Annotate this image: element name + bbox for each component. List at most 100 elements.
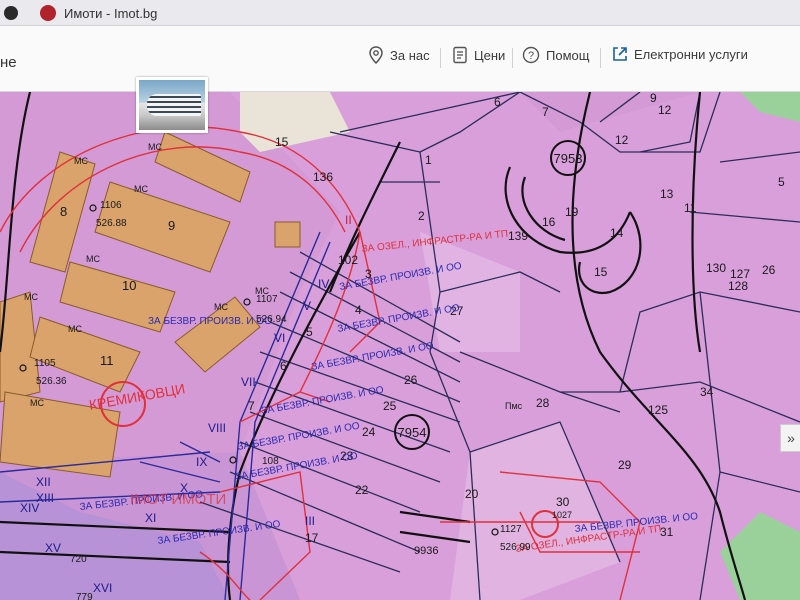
parcel-label: 13 [660, 187, 674, 201]
roman-label: IX [196, 455, 207, 469]
number-label: 720 [70, 554, 87, 565]
parcel-label: 12 [615, 133, 629, 147]
parcel-label: 5 [778, 175, 785, 189]
location-pin-icon [369, 46, 383, 64]
imot-favicon-icon [40, 5, 56, 21]
tab-status-icon [4, 6, 18, 20]
parcel-label: 20 [465, 487, 479, 501]
parcel-label: 9 [650, 92, 657, 105]
ms-label: МС [74, 156, 88, 166]
parcel-label: 5 [306, 325, 313, 339]
parcel-label: 26 [404, 373, 418, 387]
parcel-label: 8 [60, 204, 67, 219]
pms-label: Пмс [505, 401, 523, 411]
parcel-label: 102 [338, 253, 358, 267]
parcel-label: 26 [762, 263, 776, 277]
parcel-label: 25 [383, 399, 397, 413]
roman-label: IV [318, 277, 329, 291]
browser-tab-bar: Имоти - Imot.bg [0, 0, 800, 26]
elevation-label: 526.99 [500, 542, 531, 553]
parcel-label: 22 [355, 483, 369, 497]
ms-label: МС [148, 142, 162, 152]
nav-prices[interactable]: Цени [452, 46, 505, 64]
nav-eservices-label: Електронни услуги [634, 46, 748, 62]
block-7954-label: 7954 [398, 425, 427, 440]
survey-point-label: 108 [262, 456, 279, 467]
survey-point-label: 1107 [256, 294, 278, 305]
nav-eservices[interactable]: Електронни услуги [612, 46, 748, 62]
parcel-label: 10 [122, 278, 136, 293]
map-scroll-right-button[interactable]: » [780, 424, 800, 452]
ms-label: МС [30, 398, 44, 408]
parcel-label: 30 [556, 495, 570, 509]
roman-label: XV [45, 541, 61, 555]
parcel-label: 19 [565, 205, 579, 219]
parcel-label: 15 [275, 135, 289, 149]
parcel-label: 4 [355, 303, 362, 317]
roman-label: XIV [20, 501, 39, 515]
parcel-label: 12 [658, 103, 672, 117]
parcel-label: 16 [542, 215, 556, 229]
parcel-label: 31 [660, 525, 674, 539]
parcel-label: 6 [280, 359, 287, 373]
price-list-icon [453, 46, 467, 64]
nav-help-label: Помощ [546, 47, 590, 63]
nav-divider [600, 48, 601, 68]
nav-about-label: За нас [390, 47, 430, 63]
roman-label: XVI [93, 581, 112, 595]
parcel-label: 125 [648, 403, 668, 417]
nav-help[interactable]: ? Помощ [522, 46, 589, 64]
external-link-icon [613, 47, 627, 61]
survey-point-label: 1105 [34, 358, 56, 369]
parcel-label: 1 [425, 153, 432, 167]
parcel-label: 2 [418, 209, 425, 223]
parcel-label: 7 [542, 105, 549, 119]
parcel-label: 24 [362, 425, 376, 439]
parcel-label: 11 [100, 353, 114, 368]
number-label: 9936 [414, 545, 438, 557]
ms-label: МС [86, 254, 100, 264]
number-label: 779 [76, 592, 93, 600]
ms-label: МС [214, 302, 228, 312]
ms-label: МС [68, 324, 82, 334]
parcel-label: 128 [728, 279, 748, 293]
zone-purpose-label: ЗА БЕЗВР. ПРОИЗВ. И ОО [148, 316, 272, 327]
parcel-label: 17 [305, 531, 319, 545]
nav-divider [440, 48, 441, 68]
nav-about[interactable]: За нас [368, 46, 430, 64]
parcel-label: 6 [494, 95, 501, 109]
parcel-label: 15 [594, 265, 608, 279]
parcel-label: 136 [313, 170, 333, 184]
cadastral-map[interactable]: 7953 7954 1 2 3 4 5 6 7 8 9 10 11 12 13 … [0, 92, 800, 600]
roman-label: VII [241, 375, 256, 389]
elevation-label: 526.88 [96, 218, 127, 229]
parcel-label: 130 [706, 261, 726, 275]
roman-label: VIII [208, 421, 226, 435]
watermark-label: IMOT ИМОТИ [130, 491, 226, 508]
survey-point-label: 1106 [100, 200, 122, 211]
parcel-label: 14 [610, 226, 624, 240]
property-photo [139, 80, 205, 130]
property-thumbnail[interactable] [136, 77, 208, 133]
building-image [147, 94, 201, 116]
tab-title: Имоти - Imot.bg [64, 5, 158, 21]
parcel-label: 34 [700, 385, 714, 399]
survey-point-label: 1127 [500, 524, 522, 535]
parcel-label: 7 [248, 399, 255, 413]
parcel-label: 28 [536, 396, 550, 410]
browser-tab[interactable]: Имоти - Imot.bg [0, 0, 200, 26]
site-nav-bar: не За нас Цени ? Помощ Електронни услуги [0, 26, 800, 92]
roman-label: V [303, 299, 311, 313]
nav-left-fragment[interactable]: не [0, 54, 17, 71]
help-question-icon: ? [522, 46, 540, 64]
ms-label: МС [134, 184, 148, 194]
parcel-label: 11 [684, 201, 697, 215]
block-7953-label: 7953 [554, 151, 583, 166]
roman-label: III [305, 514, 315, 528]
roman-label: XII [36, 475, 51, 489]
ms-label: МС [24, 292, 38, 302]
nav-prices-label: Цени [474, 47, 506, 63]
elevation-label: 526.94 [256, 314, 287, 325]
number-label: 1027 [552, 510, 572, 520]
elevation-label: 526.36 [36, 376, 67, 387]
